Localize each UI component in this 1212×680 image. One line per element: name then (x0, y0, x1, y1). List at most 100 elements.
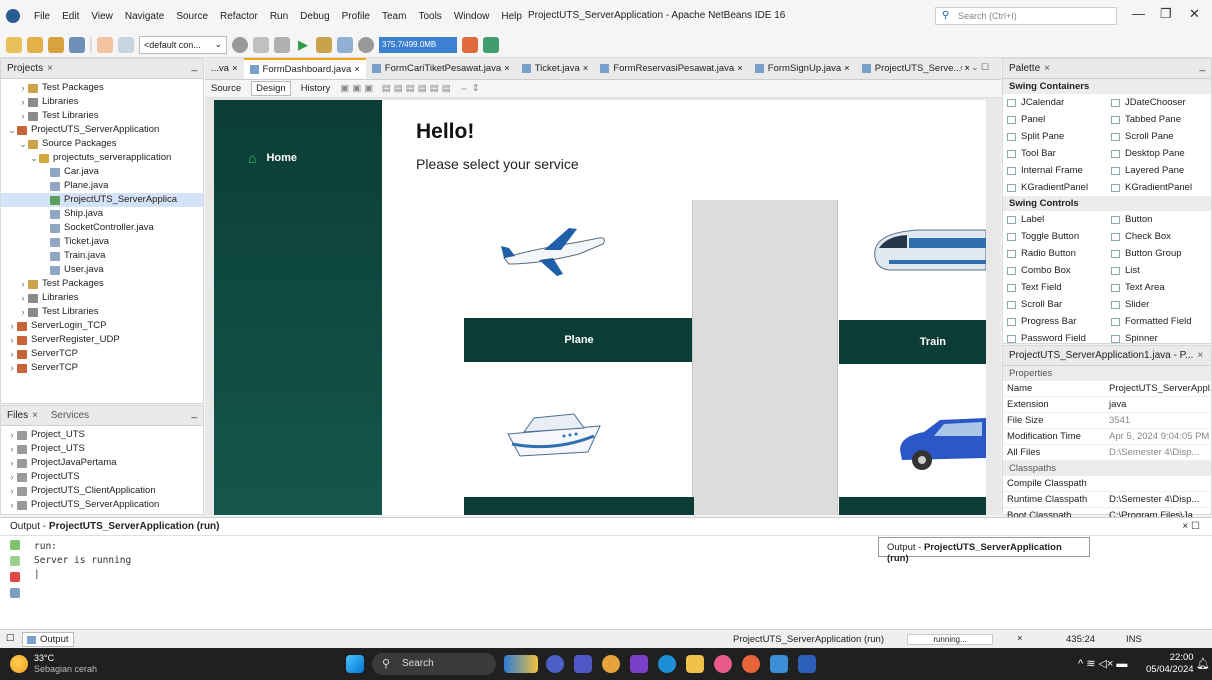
history-icon[interactable] (358, 36, 374, 53)
project-tree-item[interactable]: › Libraries (1, 95, 203, 109)
word-icon[interactable] (798, 655, 816, 673)
rerun-different-icon[interactable] (10, 556, 20, 566)
palette-item[interactable]: Toggle Button (1003, 228, 1107, 245)
files-tab[interactable]: Files (7, 410, 28, 421)
minimize-panel-icon[interactable]: _ (1199, 61, 1205, 72)
project-tree-item[interactable]: User.java (1, 263, 203, 277)
expand-arrow-icon[interactable]: ⌄ (18, 137, 28, 151)
minimize-panel-icon[interactable]: _ (191, 61, 197, 72)
project-tree-item[interactable]: › ServerTCP (1, 347, 203, 361)
undo-icon[interactable] (97, 36, 113, 53)
expand-arrow-icon[interactable]: › (7, 428, 17, 442)
close-icon[interactable]: × (1044, 63, 1050, 74)
palette-item[interactable]: List (1107, 262, 1211, 279)
file-explorer-icon[interactable] (686, 655, 704, 673)
expand-arrow-icon[interactable]: › (18, 81, 28, 95)
output-status-tab[interactable]: Output (22, 632, 74, 647)
palette-item[interactable]: Slider (1107, 296, 1211, 313)
palette-item[interactable]: Button Group (1107, 245, 1211, 262)
menu-view[interactable]: View (85, 11, 119, 22)
property-value[interactable] (1105, 476, 1211, 491)
palette-item[interactable]: Combo Box (1003, 262, 1107, 279)
property-value[interactable]: ProjectUTS_ServerAppl... (1105, 381, 1211, 396)
app-icon-2[interactable] (630, 655, 648, 673)
editor-tab[interactable]: FormDashboard.java × (243, 58, 366, 80)
project-tree-item[interactable]: › ServerTCP (1, 361, 203, 375)
palette-item[interactable]: Desktop Pane (1107, 145, 1211, 162)
palette-item[interactable]: Progress Bar (1003, 313, 1107, 330)
editor-tab[interactable]: Ticket.java × (516, 58, 595, 79)
configuration-select[interactable]: <default con... ⌄ (139, 35, 227, 54)
file-tree-item[interactable]: › ProjectUTS_ServerApplication (1, 498, 203, 512)
output-console[interactable]: run: Server is running | (34, 540, 131, 582)
expand-arrow-icon[interactable]: ⌄ (29, 151, 39, 165)
palette-item[interactable]: Formatted Field (1107, 313, 1211, 330)
close-icon[interactable]: × ☐ (1182, 521, 1200, 532)
memory-indicator[interactable]: 375.7/499.0MB (379, 36, 457, 53)
property-row[interactable]: Modification Time Apr 5, 2024 9:04:05 PM (1003, 429, 1211, 445)
expand-arrow-icon[interactable]: › (7, 442, 17, 456)
palette-item[interactable]: Scroll Pane (1107, 128, 1211, 145)
expand-arrow-icon[interactable]: › (7, 333, 17, 347)
editor-tab[interactable]: FormReservasiPesawat.java × (594, 58, 748, 79)
expand-arrow-icon[interactable]: › (7, 498, 17, 512)
menu-window[interactable]: Window (448, 11, 496, 22)
project-tree-item[interactable]: › ServerRegister_UDP (1, 333, 203, 347)
profile-icon[interactable] (337, 36, 353, 53)
menu-run[interactable]: Run (264, 11, 294, 22)
source-mode-button[interactable]: Source (211, 83, 241, 94)
minimize-panel-icon[interactable]: _ (191, 408, 197, 419)
editor-tab[interactable]: FormCariTiketPesawat.java × (366, 58, 516, 79)
clean-build-icon[interactable] (274, 36, 290, 53)
run-icon[interactable]: ▶ (295, 37, 311, 53)
palette-item[interactable]: Internal Frame (1003, 162, 1107, 179)
system-tray-icon[interactable]: ^ ≋ ◁× ▬ (1078, 657, 1127, 670)
file-tree-item[interactable]: › ProjectJavaPertama (1, 456, 203, 470)
close-icon[interactable]: × (1197, 350, 1203, 361)
expand-arrow-icon[interactable]: › (7, 347, 17, 361)
train-service-button[interactable]: Train (839, 320, 986, 364)
palette-tab[interactable]: Palette (1009, 63, 1040, 74)
ship-service-button[interactable] (464, 497, 694, 515)
project-tree-item[interactable]: Plane.java (1, 179, 203, 193)
windows-start-icon[interactable] (346, 655, 364, 673)
teams-icon[interactable] (574, 655, 592, 673)
project-tree-item[interactable]: ProjectUTS_ServerApplica (1, 193, 203, 207)
swing-containers-category[interactable]: Swing Containers (1003, 79, 1211, 94)
app-icon-3[interactable] (714, 655, 732, 673)
properties-tab[interactable]: ProjectUTS_ServerApplication1.java - P..… (1009, 350, 1193, 361)
project-tree-item[interactable]: Train.java (1, 249, 203, 263)
property-row[interactable]: All Files D:\Semester 4\Disp... (1003, 445, 1211, 461)
profiler-icon[interactable] (483, 36, 499, 53)
swing-controls-category[interactable]: Swing Controls (1003, 196, 1211, 211)
expand-arrow-icon[interactable]: › (7, 456, 17, 470)
menu-tools[interactable]: Tools (412, 11, 447, 22)
expand-arrow-icon[interactable]: › (7, 361, 17, 375)
palette-item[interactable]: KGradientPanel (1107, 179, 1211, 196)
settings-icon[interactable] (10, 588, 20, 598)
close-icon[interactable]: × (737, 58, 743, 79)
file-tree-item[interactable]: › ProjectUTS (1, 470, 203, 484)
menu-debug[interactable]: Debug (294, 11, 335, 22)
menu-edit[interactable]: Edit (56, 11, 85, 22)
menu-navigate[interactable]: Navigate (119, 11, 170, 22)
close-icon[interactable]: × (32, 410, 38, 421)
expand-arrow-icon[interactable]: › (18, 305, 28, 319)
project-tree-item[interactable]: › Test Packages (1, 277, 203, 291)
output-window-icon[interactable]: ☐ (6, 633, 15, 644)
debug-icon[interactable] (316, 36, 332, 53)
close-icon[interactable]: × (47, 63, 53, 74)
design-tools-icon[interactable]: ▣▣▣ ▤▤▤▤▤▤ ⇔⇕ (340, 83, 483, 94)
tab-scroll-icon[interactable]: ‹ › ⌄ ☐ (960, 62, 989, 73)
new-file-icon[interactable] (27, 36, 43, 53)
close-icon[interactable]: × (354, 59, 360, 80)
palette-item[interactable]: KGradientPanel (1003, 179, 1107, 196)
property-row[interactable]: Compile Classpath (1003, 476, 1211, 492)
palette-item[interactable]: Tool Bar (1003, 145, 1107, 162)
palette-item[interactable]: JCalendar (1003, 94, 1107, 111)
redo-icon[interactable] (118, 36, 134, 53)
project-tree-item[interactable]: › ServerLogin_TCP (1, 319, 203, 333)
close-progress-icon[interactable]: × (1017, 633, 1023, 644)
car-service-button[interactable] (839, 497, 986, 515)
gc-icon[interactable] (462, 36, 478, 53)
